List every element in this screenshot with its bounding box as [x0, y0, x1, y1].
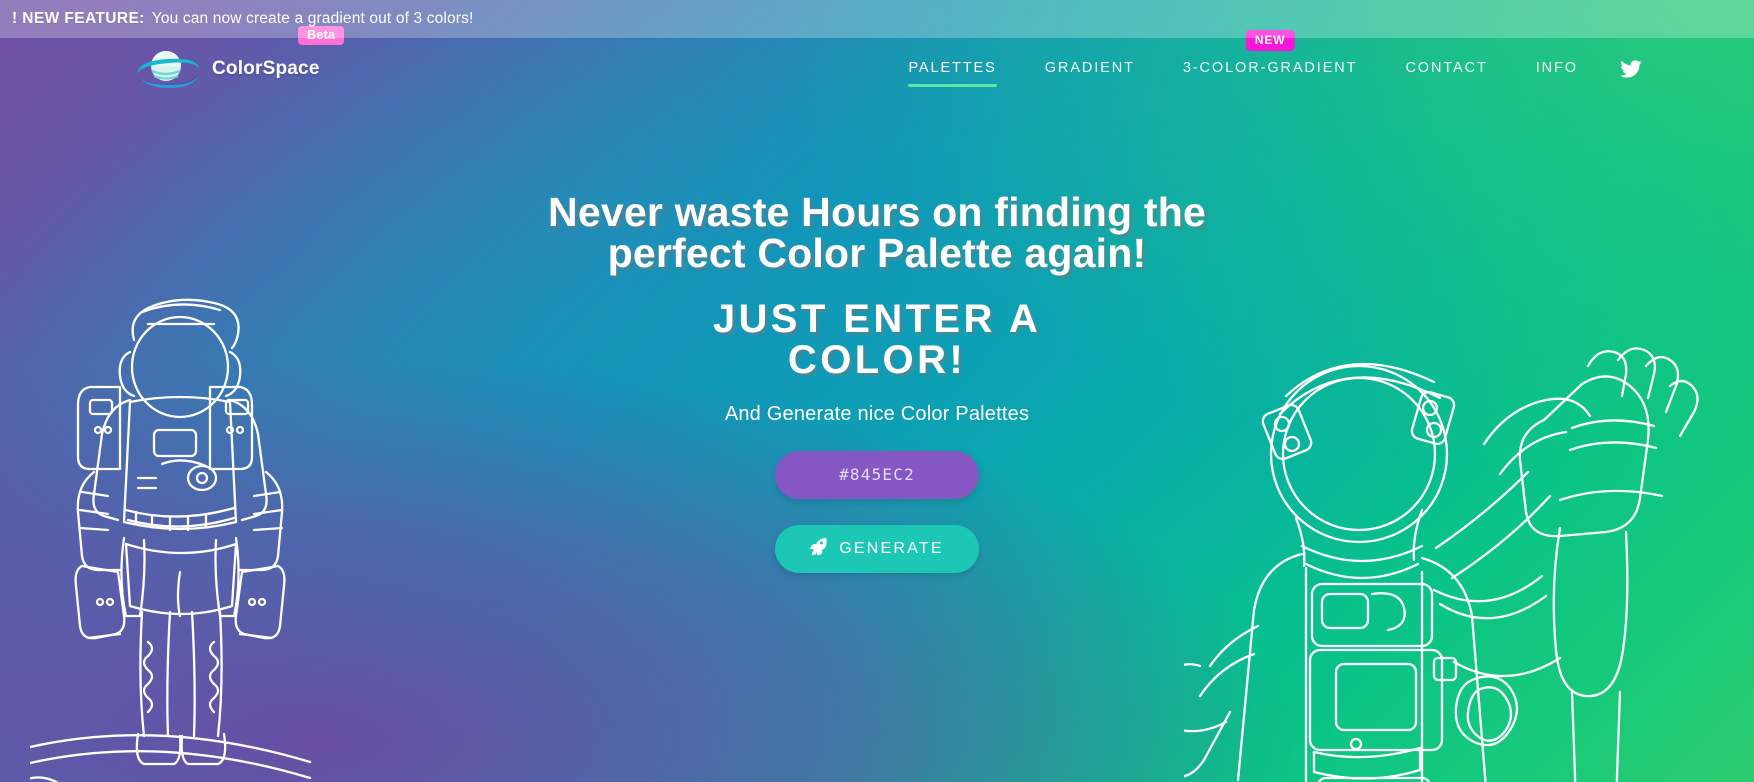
hero-section: Never waste Hours on finding the perfect… — [0, 100, 1754, 573]
nav-item-contact[interactable]: CONTACT — [1405, 54, 1487, 85]
brand-name: ColorSpace — [212, 58, 320, 79]
twitter-icon[interactable] — [1620, 58, 1642, 80]
generate-button-label: GENERATE — [839, 539, 944, 557]
page-title: Never waste Hours on finding the perfect… — [548, 189, 1206, 276]
nav-label-info: INFO — [1535, 59, 1578, 76]
brand-logo[interactable]: ColorSpace Beta — [130, 26, 345, 92]
nav-item-3-color-gradient[interactable]: NEW 3-COLOR-GRADIENT — [1182, 29, 1358, 85]
banner-label: ! NEW FEATURE: — [12, 10, 145, 27]
nav-label-palettes: PALETTES — [908, 59, 997, 76]
hero-subhead: JUST ENTER A COLOR! — [712, 297, 1042, 382]
planet-icon — [130, 46, 202, 92]
banner-text: You can now create a gradient out of 3 c… — [151, 10, 474, 27]
site-header: ColorSpace Beta PALETTES GRADIENT NEW 3-… — [0, 26, 1754, 100]
nav-item-palettes[interactable]: PALETTES — [908, 54, 997, 87]
main-navigation: PALETTES GRADIENT NEW 3-COLOR-GRADIENT C… — [884, 29, 1642, 87]
nav-item-info[interactable]: INFO — [1536, 54, 1578, 85]
nav-label-contact: CONTACT — [1405, 59, 1488, 76]
color-input[interactable] — [775, 450, 979, 499]
nav-item-gradient[interactable]: GRADIENT — [1045, 54, 1135, 85]
generate-button[interactable]: GENERATE — [775, 524, 979, 573]
nav-label-gradient: GRADIENT — [1044, 59, 1135, 76]
hero-tagline: And Generate nice Color Palettes — [724, 402, 1030, 425]
nav-label-3-color-gradient: 3-COLOR-GRADIENT — [1182, 59, 1358, 76]
new-feature-banner: ! NEW FEATURE: You can now create a grad… — [0, 0, 1754, 38]
rocket-icon — [810, 537, 827, 560]
